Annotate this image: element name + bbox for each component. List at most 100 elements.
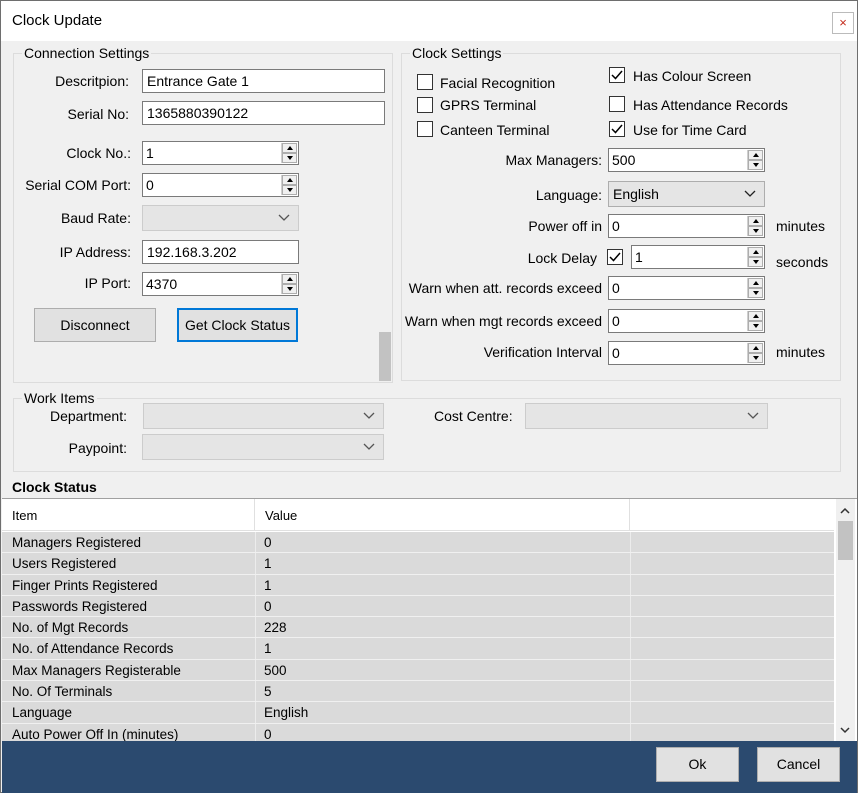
spin-down-icon[interactable]	[282, 284, 297, 294]
spin-up-icon[interactable]	[748, 278, 763, 288]
ok-button[interactable]: Ok	[656, 747, 739, 782]
gprs-checkbox[interactable]	[417, 97, 433, 113]
disconnect-button[interactable]: Disconnect	[34, 308, 156, 342]
grid-scroll-thumb[interactable]	[838, 521, 853, 560]
warn-mgt-label: Warn when mgt records exceed	[404, 313, 602, 329]
table-row[interactable]: No. of Mgt Records 228	[2, 617, 834, 639]
table-row[interactable]: Passwords Registered 0	[2, 595, 834, 618]
clock-no-value: 1	[146, 145, 154, 161]
spin-down-icon[interactable]	[748, 288, 763, 298]
language-select[interactable]: English	[608, 181, 765, 207]
table-row[interactable]: Managers Registered 0	[2, 532, 834, 554]
time-card-label: Use for Time Card	[633, 122, 747, 138]
lock-delay-value: 1	[635, 249, 643, 265]
lock-delay-checkbox[interactable]	[607, 249, 623, 265]
column-header-blank[interactable]	[630, 499, 834, 531]
ip-port-stepper[interactable]: 4370	[142, 272, 299, 296]
table-row[interactable]: Language English	[2, 702, 834, 724]
cell-item: No. of Mgt Records	[12, 620, 129, 636]
chevron-down-icon	[747, 412, 759, 419]
cell-value: 1	[264, 641, 272, 657]
warn-mgt-stepper[interactable]: 0	[608, 309, 765, 333]
grid-header: Item Value	[2, 499, 834, 531]
spin-up-icon[interactable]	[282, 143, 297, 153]
facial-checkbox[interactable]	[417, 74, 433, 90]
attendance-checkbox[interactable]	[609, 96, 625, 112]
serial-com-label: Serial COM Port:	[25, 177, 131, 193]
check-icon	[609, 252, 621, 262]
description-input[interactable]: Entrance Gate 1	[142, 69, 385, 93]
cell-value: 0	[264, 535, 272, 550]
clock-no-stepper[interactable]: 1	[142, 141, 299, 165]
spin-up-icon[interactable]	[748, 343, 763, 353]
get-clock-status-button[interactable]: Get Clock Status	[177, 308, 298, 342]
table-row[interactable]: No. Of Terminals 5	[2, 681, 834, 703]
table-row[interactable]: Auto Power Off In (minutes) 0	[2, 723, 834, 741]
colour-screen-label: Has Colour Screen	[633, 68, 752, 84]
paypoint-select[interactable]	[142, 434, 384, 460]
serial-com-stepper[interactable]: 0	[142, 173, 299, 197]
serial-input[interactable]: 1365880390122	[142, 101, 385, 125]
scroll-thumb[interactable]	[379, 332, 391, 381]
cancel-button[interactable]: Cancel	[757, 747, 840, 782]
scroll-down-icon[interactable]	[840, 726, 850, 734]
window-title: Clock Update	[12, 12, 103, 29]
cell-value: 5	[264, 684, 272, 700]
connection-scrollbar[interactable]	[378, 332, 392, 381]
spin-down-icon[interactable]	[748, 321, 763, 331]
cost-centre-select[interactable]	[525, 403, 768, 429]
work-items-title: Work Items	[22, 390, 97, 406]
chevron-down-icon	[278, 214, 290, 221]
cell-item: Max Managers Registerable	[12, 662, 181, 678]
power-off-stepper[interactable]: 0	[608, 214, 765, 238]
table-row[interactable]: Max Managers Registerable 500	[2, 659, 834, 682]
spin-up-icon[interactable]	[748, 247, 763, 257]
spin-down-icon[interactable]	[748, 257, 763, 267]
close-icon[interactable]: ×	[832, 12, 854, 34]
clock-settings-title: Clock Settings	[410, 45, 504, 61]
paypoint-label: Paypoint:	[68, 440, 127, 456]
scroll-up-icon[interactable]	[840, 507, 850, 515]
department-label: Department:	[49, 408, 127, 424]
verification-stepper[interactable]: 0	[608, 341, 765, 365]
spin-up-icon[interactable]	[748, 216, 763, 226]
chevron-down-icon	[363, 412, 375, 419]
spin-up-icon[interactable]	[748, 311, 763, 321]
table-row[interactable]: No. of Attendance Records 1	[2, 638, 834, 660]
power-off-value: 0	[612, 218, 620, 234]
department-select[interactable]	[143, 403, 384, 429]
clock-no-label: Clock No.:	[66, 145, 131, 161]
table-row[interactable]: Finger Prints Registered 1	[2, 574, 834, 596]
column-header-item[interactable]: Item	[2, 499, 255, 531]
ip-address-input[interactable]: 192.168.3.202	[142, 240, 299, 264]
title-bar: Clock Update ×	[1, 1, 857, 41]
colour-screen-checkbox[interactable]	[609, 67, 625, 83]
baud-rate-select[interactable]	[142, 205, 299, 231]
spin-down-icon[interactable]	[282, 153, 297, 163]
chevron-down-icon	[744, 190, 756, 197]
cell-value: 228	[264, 620, 287, 636]
spin-down-icon[interactable]	[282, 185, 297, 195]
serial-label: Serial No:	[67, 106, 129, 122]
max-managers-stepper[interactable]: 500	[608, 148, 765, 172]
spin-up-icon[interactable]	[748, 150, 763, 160]
time-card-checkbox[interactable]	[609, 121, 625, 137]
spin-down-icon[interactable]	[748, 160, 763, 170]
spin-down-icon[interactable]	[748, 226, 763, 236]
warn-att-stepper[interactable]: 0	[608, 276, 765, 300]
cell-item: Finger Prints Registered	[12, 577, 158, 593]
spin-up-icon[interactable]	[282, 175, 297, 185]
grid-rows: Managers Registered 0 Users Registered 1 Fin…	[2, 532, 834, 741]
lock-delay-stepper[interactable]: 1	[631, 245, 765, 269]
table-row[interactable]: Users Registered 1	[2, 553, 834, 575]
power-off-unit: minutes	[776, 218, 826, 234]
check-icon	[611, 124, 623, 134]
spin-down-icon[interactable]	[748, 353, 763, 363]
canteen-checkbox[interactable]	[417, 121, 433, 137]
grid-scrollbar[interactable]	[836, 499, 855, 741]
ip-port-value: 4370	[146, 276, 178, 292]
column-header-value[interactable]: Value	[255, 499, 630, 531]
language-label: Language:	[535, 187, 602, 203]
verification-unit: minutes	[776, 344, 826, 360]
spin-up-icon[interactable]	[282, 274, 297, 284]
